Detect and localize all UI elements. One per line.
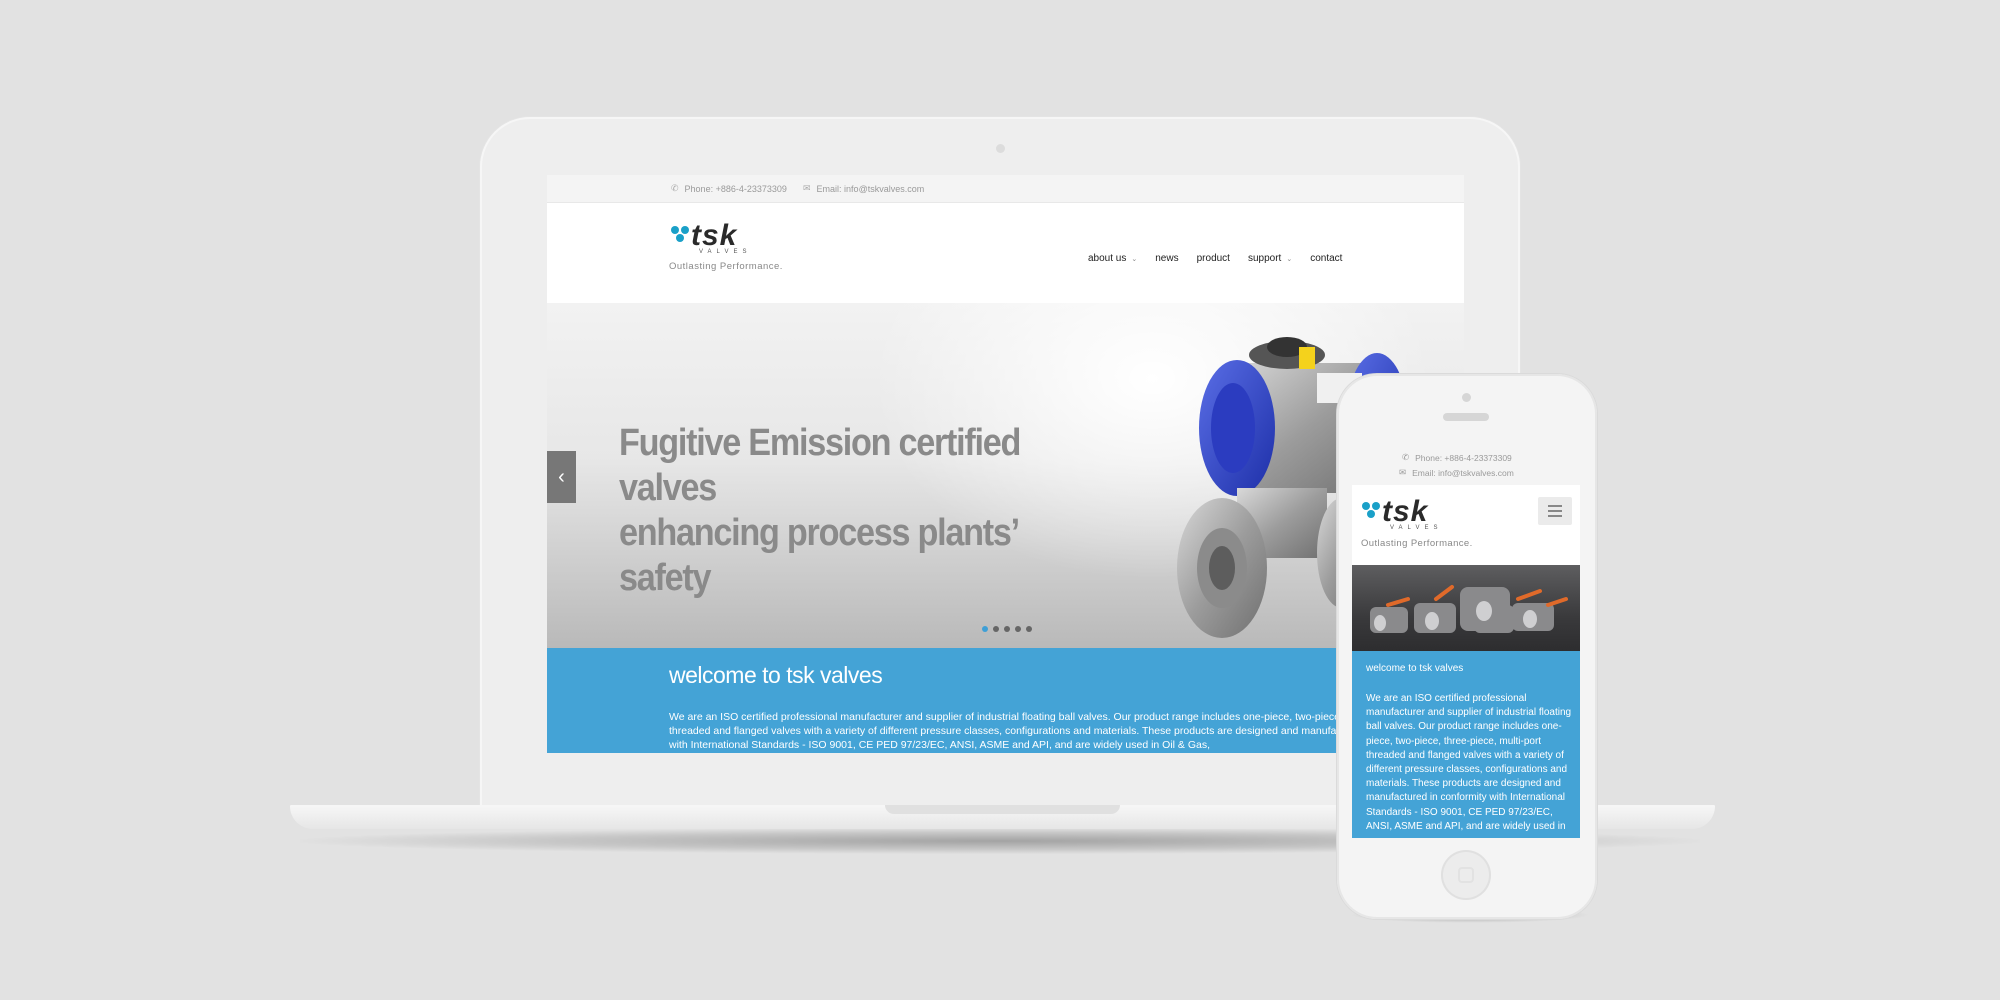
mobile-welcome-body: We are an ISO certified professional man… [1366,693,1572,832]
mobile-phone-text: Phone: +886-4-23373309 [1415,452,1512,463]
mobile-welcome-title: welcome to tsk valves [1366,663,1464,674]
mobile-logo[interactable]: tsk VALVES Outlasting Performance. [1361,495,1482,551]
phone-icon: ✆ [1402,452,1410,462]
mobile-menu-button[interactable] [1538,497,1572,525]
mobile-logo-tagline: Outlasting Performance. [1361,538,1473,549]
mobile-email-text: Email: info@tskvalves.com [1412,467,1514,478]
mobile-logo-subtitle: VALVES [1390,525,1443,531]
hero-line-2: enhancing process plants’ safety [619,512,1018,599]
hero-title: Fugitive Emission certified valves enhan… [619,421,1105,601]
nav-news[interactable]: news [1155,253,1178,264]
mobile-logo-brand: tsk [1382,495,1429,528]
slider-pagination [982,626,1032,632]
mobile-product-image [1352,565,1580,651]
site-header: tsk VALVES Outlasting Performance. about… [547,203,1464,302]
phone-home-button [1441,850,1491,900]
envelope-icon: ✉ [1399,467,1407,477]
slider-dot[interactable] [1026,626,1032,632]
phone-text: Phone: +886-4-23373309 [684,183,787,194]
phone-contact[interactable]: ✆ Phone: +886-4-23373309 [671,183,787,194]
email-contact[interactable]: ✉ Email: info@tskvalves.com [803,183,924,194]
ball-valves-image [1370,585,1568,633]
envelope-icon: ✉ [803,183,811,193]
laptop-camera [996,144,1005,153]
nav-product[interactable]: product [1197,253,1230,264]
logo-brand: tsk [691,219,738,252]
hamburger-icon [1548,505,1562,517]
logo-tagline: Outlasting Performance. [669,261,783,272]
hero-line-1: Fugitive Emission certified valves [619,422,1021,509]
chevron-left-icon: ‹ [558,465,565,488]
mobile-welcome-section: welcome to tsk valves We are an ISO cert… [1352,651,1580,838]
phone-speaker [1443,413,1489,421]
slider-prev-button[interactable]: ‹ [547,451,576,503]
nav-support[interactable]: support ⌄ [1248,253,1292,264]
nav-contact[interactable]: contact [1310,253,1342,264]
chevron-down-icon: ⌄ [1131,256,1138,263]
main-nav: about us ⌄ news product support ⌄ contact [1088,253,1342,264]
phone-icon: ✆ [671,183,679,193]
mobile-website-screen: ✆ Phone: +886-4-23373309 ✉ Email: info@t… [1352,445,1580,838]
welcome-section: welcome to tsk valves We are an ISO cert… [547,648,1464,753]
mobile-phone-contact[interactable]: ✆ Phone: +886-4-23373309 [1402,452,1512,463]
nav-about-us[interactable]: about us ⌄ [1088,253,1137,264]
desktop-website-screen: ✆ Phone: +886-4-23373309 ✉ Email: info@t… [547,175,1464,753]
slider-dot[interactable] [1004,626,1010,632]
slider-dot[interactable] [1015,626,1021,632]
phone-camera [1462,393,1471,402]
logo-subtitle: VALVES [699,249,752,255]
logo[interactable]: tsk VALVES Outlasting Performance. [669,219,791,283]
chevron-down-icon: ⌄ [1286,256,1293,263]
email-text: Email: info@tskvalves.com [816,183,925,194]
slider-dot[interactable] [993,626,999,632]
mobile-email-contact[interactable]: ✉ Email: info@tskvalves.com [1399,467,1514,478]
hero-slider: Fugitive Emission certified valves enhan… [547,303,1464,648]
mobile-contact-bar: ✆ Phone: +886-4-23373309 ✉ Email: info@t… [1352,445,1580,485]
contact-bar: ✆ Phone: +886-4-23373309 ✉ Email: info@t… [547,175,1464,203]
welcome-title: welcome to tsk valves [669,662,883,688]
slider-dot[interactable] [982,626,988,632]
welcome-body: We are an ISO certified professional man… [669,711,1448,751]
laptop-notch [885,805,1120,814]
